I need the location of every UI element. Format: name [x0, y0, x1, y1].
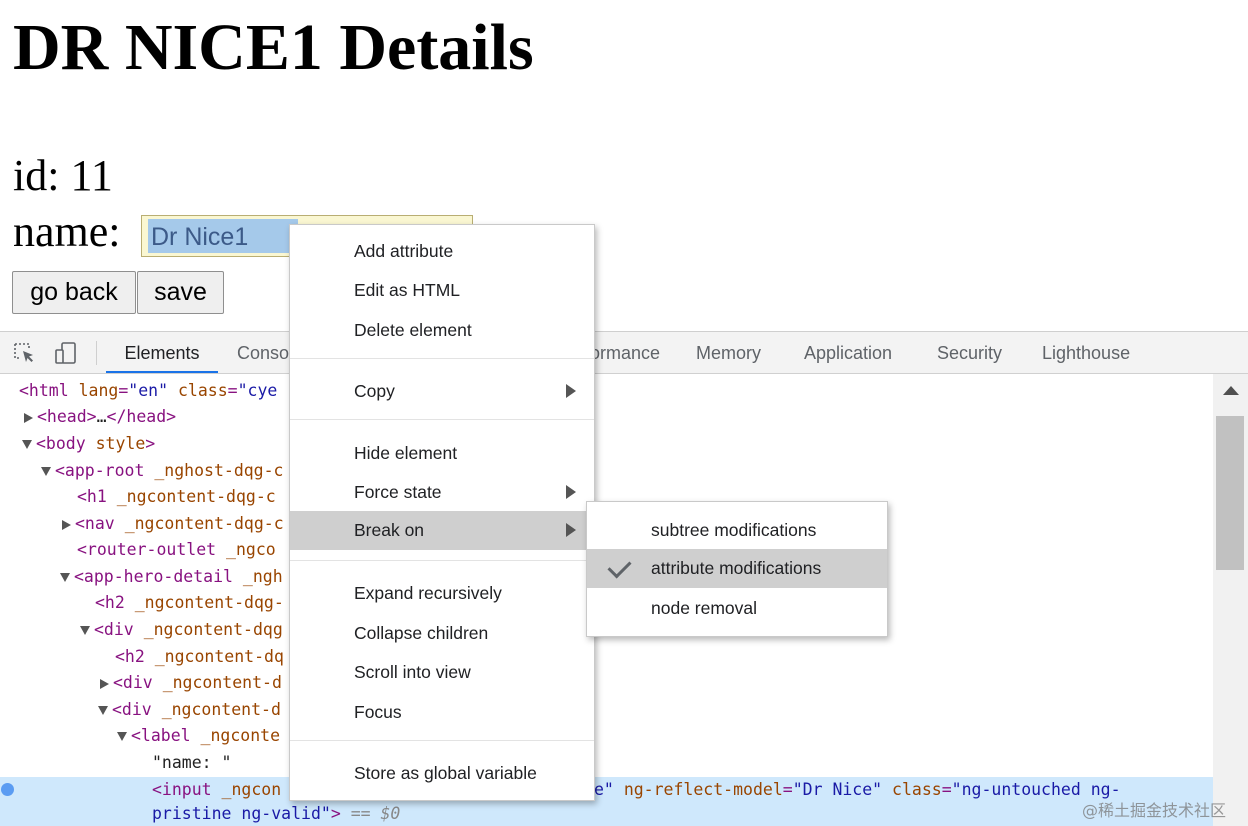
menu-item-edit-as-html[interactable]: Edit as HTML [290, 271, 594, 310]
devtools-toolbar: Elements Conso rformance Memory Applicat… [0, 332, 1248, 374]
collapse-arrow-icon[interactable] [60, 573, 70, 582]
submenu-arrow-icon [566, 384, 576, 398]
submenu-item-attribute-modifications[interactable]: attribute modifications [587, 549, 887, 588]
menu-item-store-as-global-variable[interactable]: Store as global variable [290, 754, 594, 793]
submenu-arrow-icon [566, 485, 576, 499]
watermark: @稀土掘金技术社区 [1082, 801, 1227, 820]
tree-node-body[interactable]: <body style> [22, 431, 155, 457]
page-title: DR NICE1 Details [13, 11, 534, 84]
inspect-element-icon[interactable] [12, 341, 36, 365]
device-toolbar-icon[interactable] [54, 341, 78, 365]
collapse-arrow-icon[interactable] [22, 440, 32, 449]
save-button[interactable]: save [137, 271, 224, 314]
tree-node-div-inner[interactable]: <div _ngcontent-d [100, 670, 282, 696]
menu-item-delete-element[interactable]: Delete element [290, 311, 594, 350]
submenu-item-attribute-modifications-label: attribute modifications [651, 558, 822, 578]
menu-separator [290, 560, 594, 561]
menu-item-break-on[interactable]: Break on [290, 511, 594, 550]
tree-node-router-outlet[interactable]: <router-outlet _ngco [77, 537, 276, 563]
tree-node-app-root[interactable]: <app-root _nghost-dqg-c [41, 458, 283, 484]
go-back-button[interactable]: go back [12, 271, 136, 314]
expand-arrow-icon[interactable] [24, 412, 33, 423]
menu-item-hide-element[interactable]: Hide element [290, 434, 594, 473]
hero-id: id: 11 [13, 151, 113, 200]
tree-text-node[interactable]: "name: " [152, 750, 231, 776]
menu-item-force-state[interactable]: Force state [290, 473, 594, 512]
scroll-up-arrow-icon[interactable] [1223, 386, 1239, 395]
context-menu: Add attribute Edit as HTML Delete elemen… [289, 224, 595, 801]
tree-node-input-selected[interactable]: <input _ngcon [152, 777, 281, 803]
submenu-arrow-icon [566, 523, 576, 537]
submenu-item-subtree-modifications[interactable]: subtree modifications [587, 511, 887, 550]
menu-item-add-attribute[interactable]: Add attribute [290, 232, 594, 271]
menu-separator [290, 740, 594, 741]
tree-node-h1[interactable]: <h1 _ngcontent-dqg-c [77, 484, 276, 510]
tree-node-input-continued: pristine ng-valid"> == $0 [152, 804, 401, 823]
elements-scrollbar[interactable] [1213, 374, 1248, 826]
tree-node-app-hero-detail[interactable]: <app-hero-detail _ngh [60, 564, 283, 590]
collapse-arrow-icon[interactable] [117, 732, 127, 741]
tree-node-input-attrs: e" ng-reflect-model="Dr Nice" class="ng-… [594, 780, 1121, 799]
tab-security[interactable]: Security [937, 332, 1002, 373]
menu-item-copy[interactable]: Copy [290, 372, 594, 411]
menu-item-force-state-label: Force state [354, 482, 442, 502]
submenu-item-node-removal[interactable]: node removal [587, 589, 887, 628]
tree-node-label[interactable]: <label _ngconte [117, 723, 280, 749]
tab-lighthouse[interactable]: Lighthouse [1042, 332, 1130, 373]
menu-item-focus[interactable]: Focus [290, 693, 594, 732]
tree-node-html[interactable]: <html lang="en" class="cye [19, 378, 277, 404]
menu-separator [290, 358, 594, 359]
scrollbar-thumb[interactable] [1216, 416, 1244, 570]
menu-item-copy-label: Copy [354, 381, 395, 401]
collapse-arrow-icon[interactable] [98, 706, 108, 715]
tab-elements[interactable]: Elements [106, 332, 218, 373]
collapse-arrow-icon[interactable] [41, 467, 51, 476]
break-on-submenu: subtree modifications attribute modifica… [586, 501, 888, 637]
collapse-arrow-icon[interactable] [80, 626, 90, 635]
checkmark-icon [607, 554, 632, 579]
menu-item-break-on-label: Break on [354, 520, 425, 540]
tree-node-div[interactable]: <div _ngcontent-dqg [80, 617, 283, 643]
menu-separator [290, 419, 594, 420]
tree-node-nav[interactable]: <nav _ngcontent-dqg-c [62, 511, 284, 537]
menu-item-expand-recursively[interactable]: Expand recursively [290, 574, 594, 613]
tree-node-div-inner-2[interactable]: <div _ngcontent-d [98, 697, 281, 723]
toolbar-divider [96, 341, 97, 365]
tree-node-head[interactable]: <head>…</head> [24, 404, 176, 430]
tree-node-h2-inner[interactable]: <h2 _ngcontent-dq [115, 644, 284, 670]
expand-arrow-icon[interactable] [62, 519, 71, 530]
tree-node-h2[interactable]: <h2 _ngcontent-dqg- [95, 590, 284, 616]
tab-console[interactable]: Conso [237, 332, 289, 373]
menu-item-collapse-children[interactable]: Collapse children [290, 614, 594, 653]
dom-breakpoint-marker[interactable] [1, 783, 14, 796]
menu-item-scroll-into-view[interactable]: Scroll into view [290, 653, 594, 692]
expand-arrow-icon[interactable] [100, 678, 109, 689]
name-label: name: [13, 207, 121, 256]
tab-memory[interactable]: Memory [696, 332, 761, 373]
hero-name-value: Dr Nice1 [151, 223, 249, 251]
tab-application[interactable]: Application [804, 332, 892, 373]
